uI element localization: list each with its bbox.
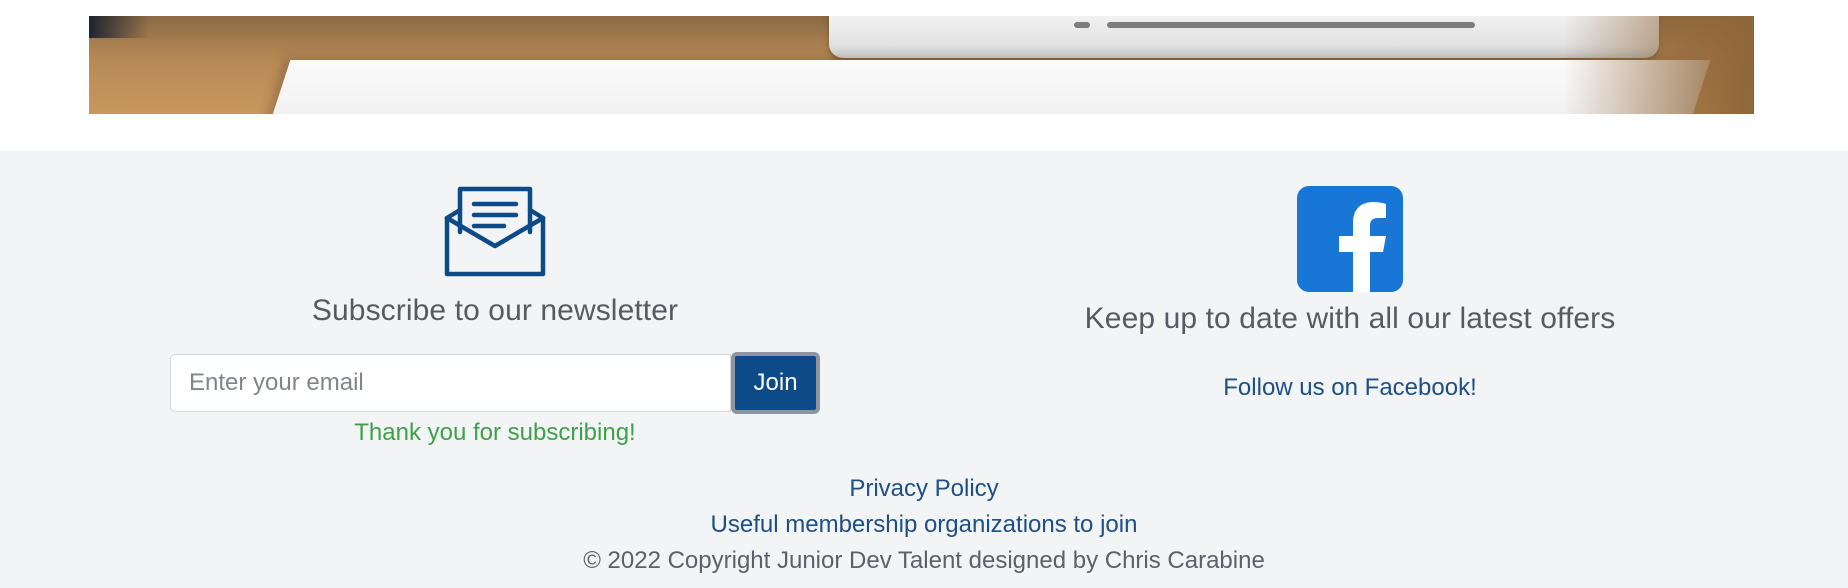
facebook-icon[interactable] <box>1297 186 1403 292</box>
hero-laptop-slot <box>1107 22 1475 28</box>
hero-paper <box>267 60 1711 114</box>
envelope-open-icon <box>444 186 546 277</box>
footer-links: Privacy Policy Useful membership organiz… <box>0 471 1848 579</box>
hero-image <box>89 16 1754 114</box>
hero-image-edge <box>1564 16 1754 114</box>
newsletter-heading: Subscribe to our newsletter <box>311 294 679 327</box>
subscribe-form: Join <box>170 352 820 414</box>
copyright-text: © 2022 Copyright Junior Dev Talent desig… <box>583 547 1265 574</box>
social-heading: Keep up to date with all our latest offe… <box>1084 302 1616 335</box>
join-button[interactable]: Join <box>731 352 820 414</box>
hero-laptop-port <box>1074 22 1090 28</box>
privacy-policy-link[interactable]: Privacy Policy <box>0 471 1848 507</box>
facebook-link[interactable]: Follow us on Facebook! <box>1223 374 1476 402</box>
email-input[interactable] <box>170 354 732 412</box>
social-section: Keep up to date with all our latest offe… <box>1050 186 1650 402</box>
hero-image-shadow <box>89 16 149 38</box>
footer: Subscribe to our newsletter Join Thank y… <box>0 151 1848 588</box>
membership-organizations-link[interactable]: Useful membership organizations to join <box>0 507 1848 543</box>
hero-laptop <box>829 16 1659 58</box>
newsletter-section: Subscribe to our newsletter Join Thank y… <box>170 186 820 447</box>
subscribe-success-message: Thank you for subscribing! <box>354 419 636 446</box>
